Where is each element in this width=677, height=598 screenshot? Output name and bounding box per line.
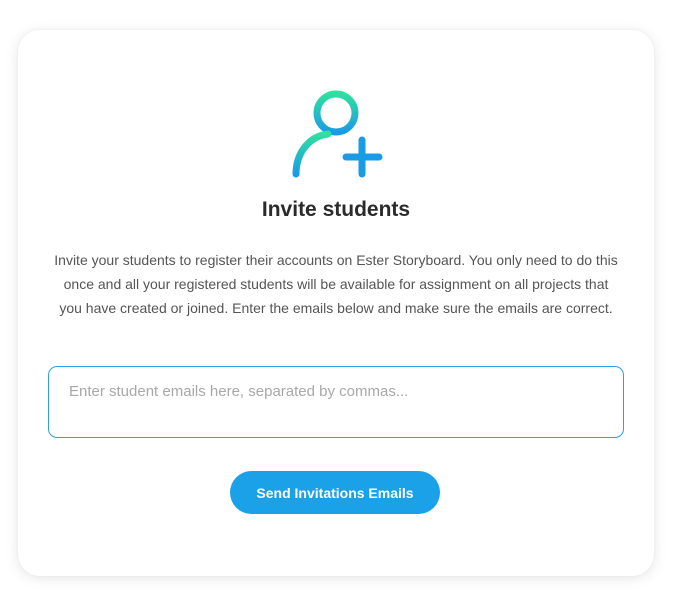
user-plus-icon [290, 88, 386, 178]
invite-students-card: Invite students Invite your students to … [18, 30, 654, 576]
student-emails-input[interactable] [48, 366, 624, 438]
invite-description: Invite your students to register their a… [54, 252, 618, 316]
page-title: Invite students [261, 198, 411, 221]
send-invitations-button[interactable]: Send Invitations Emails [230, 471, 440, 514]
